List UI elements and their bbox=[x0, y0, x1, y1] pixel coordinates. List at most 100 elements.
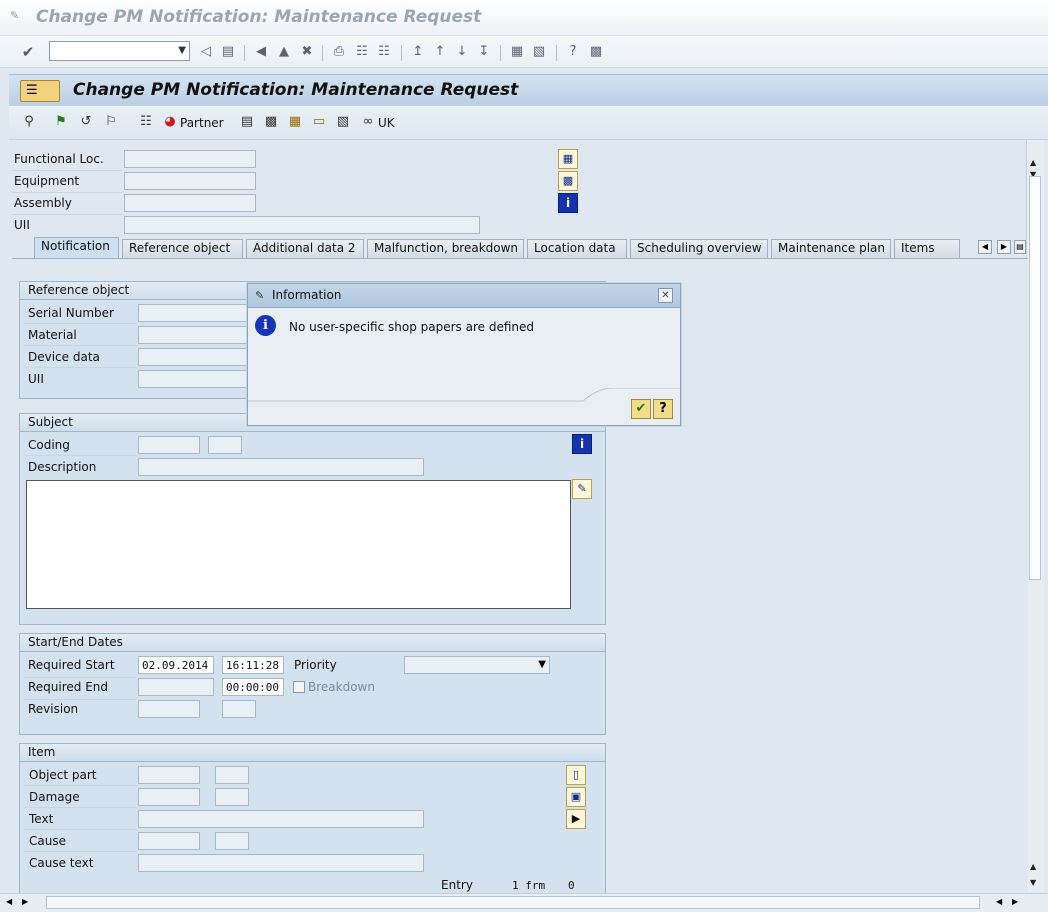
vertical-scrollbar[interactable]: ▲ ▼ ▲ ▼ bbox=[1026, 140, 1044, 892]
partner-icon[interactable]: ◕ bbox=[161, 113, 179, 131]
enter-icon[interactable]: ✔ bbox=[19, 43, 37, 61]
long-text-area[interactable] bbox=[26, 480, 571, 609]
functional-location-input[interactable] bbox=[124, 150, 256, 168]
scroll-left-icon[interactable]: ◀ bbox=[6, 897, 12, 906]
description-input[interactable] bbox=[138, 458, 424, 476]
serial-number-input[interactable] bbox=[138, 304, 250, 322]
scroll-down-icon[interactable]: ▼ bbox=[1030, 878, 1036, 887]
action-log-icon[interactable]: ▩ bbox=[262, 113, 280, 131]
required-start-date-input[interactable]: 02.09.2014 bbox=[138, 656, 214, 674]
object-part-code-input[interactable] bbox=[215, 766, 249, 784]
chevron-down-icon[interactable]: ▼ bbox=[538, 659, 546, 670]
required-end-time-input[interactable]: 00:00:00 bbox=[222, 678, 284, 696]
object-part-group-input[interactable] bbox=[138, 766, 200, 784]
scroll-thumb[interactable] bbox=[46, 896, 980, 909]
save-icon[interactable]: ▤ bbox=[219, 43, 237, 61]
window-menu-icon[interactable]: ✎ bbox=[10, 10, 24, 22]
scroll-right-icon[interactable]: ▶ bbox=[1012, 897, 1018, 906]
documents-icon[interactable]: ▧ bbox=[334, 113, 352, 131]
damage-code-input[interactable] bbox=[215, 788, 249, 806]
display-object-icon[interactable]: ⚲ bbox=[20, 113, 38, 131]
device-data-input[interactable] bbox=[138, 348, 250, 366]
new-session-icon[interactable]: ▦ bbox=[508, 43, 526, 61]
long-text-icon[interactable]: ▤ bbox=[238, 113, 256, 131]
shortcut-icon[interactable]: ▧ bbox=[530, 43, 548, 61]
print-icon[interactable]: ⎙ bbox=[330, 43, 348, 61]
item-text-input[interactable] bbox=[138, 810, 424, 828]
ref-uii-input[interactable] bbox=[138, 370, 250, 388]
required-end-date-input[interactable] bbox=[138, 678, 214, 696]
chevron-down-icon[interactable]: ▼ bbox=[178, 45, 186, 56]
tab-additional-data-2[interactable]: Additional data 2 bbox=[246, 239, 364, 258]
order-icon[interactable]: ▭ bbox=[310, 113, 328, 131]
next-page-icon[interactable]: ↓ bbox=[453, 43, 471, 61]
tab-notification[interactable]: Notification bbox=[34, 237, 119, 258]
last-page-icon[interactable]: ↧ bbox=[475, 43, 493, 61]
scroll-up-icon[interactable]: ▲ bbox=[1030, 862, 1036, 871]
info-icon[interactable]: i bbox=[558, 193, 578, 213]
cancel-icon[interactable]: ✖ bbox=[298, 43, 316, 61]
complete-flag-icon[interactable]: ⚐ bbox=[102, 113, 120, 131]
menu-button[interactable]: ☰ bbox=[20, 80, 60, 102]
tab-scheduling-overview[interactable]: Scheduling overview bbox=[630, 239, 768, 258]
required-start-time-input[interactable]: 16:11:28 bbox=[222, 656, 284, 674]
dialog-divider bbox=[248, 388, 680, 402]
item-detail-icon[interactable]: ▣ bbox=[566, 787, 586, 807]
revision-text-input[interactable] bbox=[222, 700, 256, 718]
functional-location-label: Functional Loc. bbox=[14, 152, 104, 166]
scroll-thumb[interactable] bbox=[1029, 176, 1041, 580]
cause-code-input[interactable] bbox=[215, 832, 249, 850]
first-page-icon[interactable]: ↥ bbox=[409, 43, 427, 61]
scroll-right-icon[interactable]: ▶ bbox=[22, 897, 28, 906]
close-icon[interactable]: ✕ bbox=[658, 288, 673, 303]
damage-group-input[interactable] bbox=[138, 788, 200, 806]
horizontal-scrollbar[interactable]: ◀ ▶ ◀ ▶ bbox=[0, 893, 1048, 912]
next-item-icon[interactable]: ▶ bbox=[566, 809, 586, 829]
tab-scroll-right-icon[interactable]: ▶ bbox=[997, 240, 1011, 254]
back-arrow-icon[interactable]: ◁ bbox=[197, 43, 215, 61]
help-button[interactable]: ? bbox=[653, 399, 673, 419]
tab-malfunction-breakdown[interactable]: Malfunction, breakdown bbox=[367, 239, 524, 258]
priority-select[interactable]: ▼ bbox=[404, 656, 550, 674]
layout-menu-icon[interactable]: ▩ bbox=[587, 43, 605, 61]
organization-icon[interactable]: ∞ bbox=[359, 113, 377, 131]
equipment-input[interactable] bbox=[124, 172, 256, 190]
previous-page-icon[interactable]: ↑ bbox=[431, 43, 449, 61]
tab-scroll-left-icon[interactable]: ◀ bbox=[978, 240, 992, 254]
cause-group-input[interactable] bbox=[138, 832, 200, 850]
tab-location-data[interactable]: Location data bbox=[527, 239, 627, 258]
partner-button-label[interactable]: Partner bbox=[180, 116, 224, 130]
workflow-icon[interactable]: ↺ bbox=[77, 113, 95, 131]
back-icon[interactable]: ◀ bbox=[252, 43, 270, 61]
exit-icon[interactable]: ▲ bbox=[275, 43, 293, 61]
find-next-icon[interactable]: ☷ bbox=[375, 43, 393, 61]
coding-info-icon[interactable]: i bbox=[572, 434, 592, 454]
find-icon[interactable]: ☷ bbox=[353, 43, 371, 61]
uk-button-label[interactable]: UK bbox=[378, 116, 395, 130]
tab-reference-object[interactable]: Reference object bbox=[122, 239, 243, 258]
coding-code-input[interactable] bbox=[208, 436, 242, 454]
schedule-icon[interactable]: ▦ bbox=[286, 113, 304, 131]
command-field[interactable]: ▼ bbox=[49, 41, 190, 61]
confirm-button[interactable]: ✔ bbox=[631, 399, 651, 419]
cause-text-input[interactable] bbox=[138, 854, 424, 872]
breakdown-checkbox[interactable] bbox=[293, 681, 305, 693]
hierarchy-icon[interactable]: ▩ bbox=[558, 171, 578, 191]
binoculars-icon[interactable]: ☷ bbox=[137, 113, 155, 131]
revision-input[interactable] bbox=[138, 700, 200, 718]
tab-items[interactable]: Items bbox=[894, 239, 960, 258]
assembly-input[interactable] bbox=[124, 194, 256, 212]
tab-list-icon[interactable]: ▤ bbox=[1014, 240, 1026, 254]
uii-input[interactable] bbox=[124, 216, 480, 234]
edit-long-text-icon[interactable]: ✎ bbox=[572, 479, 592, 499]
material-input[interactable] bbox=[138, 326, 250, 344]
scroll-up-icon[interactable]: ▲ bbox=[1030, 158, 1036, 167]
dialog-menu-icon[interactable]: ✎ bbox=[255, 289, 264, 302]
new-item-icon[interactable]: ▯ bbox=[566, 765, 586, 785]
structure-icon[interactable]: ▦ bbox=[558, 149, 578, 169]
help-icon[interactable]: ? bbox=[564, 43, 582, 61]
tab-maintenance-plan[interactable]: Maintenance plan bbox=[771, 239, 891, 258]
scroll-left-icon[interactable]: ◀ bbox=[996, 897, 1002, 906]
flag-icon[interactable]: ⚑ bbox=[52, 113, 70, 131]
coding-group-input[interactable] bbox=[138, 436, 200, 454]
